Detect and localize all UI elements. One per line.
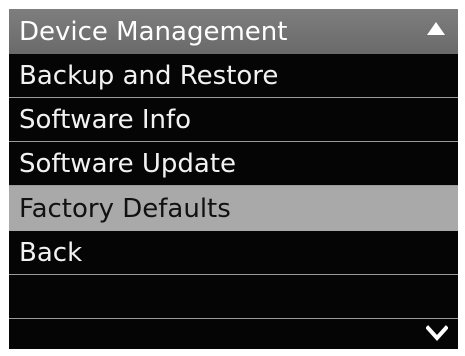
menu-item-label: Backup and Restore: [19, 61, 279, 91]
menu-item-software-update[interactable]: Software Update: [9, 142, 458, 186]
menu-item-backup-and-restore[interactable]: Backup and Restore: [9, 54, 458, 98]
menu-item-back[interactable]: Back: [9, 231, 458, 275]
menu-item-software-info[interactable]: Software Info: [9, 98, 458, 142]
menu-item-label: Factory Defaults: [19, 193, 231, 224]
menu-title: Device Management: [19, 16, 288, 47]
menu-item-label: Back: [19, 238, 83, 268]
menu-empty-row: [9, 275, 458, 319]
menu-item-factory-defaults[interactable]: Factory Defaults: [9, 186, 458, 231]
menu-header: Device Management: [9, 9, 458, 54]
chevron-up-icon[interactable]: [427, 22, 445, 35]
menu-item-label: Software Info: [19, 105, 192, 135]
device-management-menu: Device Management Backup and Restore Sof…: [9, 9, 458, 349]
menu-item-label: Software Update: [19, 149, 237, 179]
chevron-down-icon[interactable]: [426, 325, 448, 341]
